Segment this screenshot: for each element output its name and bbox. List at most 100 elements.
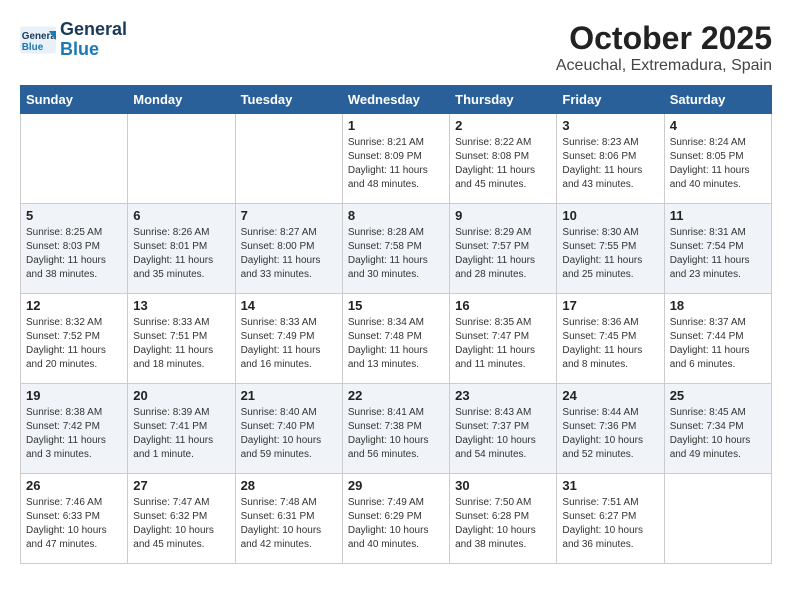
day-cell: 29 Sunrise: 7:49 AM Sunset: 6:29 PM Dayli… xyxy=(342,474,449,564)
day-cell xyxy=(664,474,771,564)
logo-text-line2: Blue xyxy=(60,40,127,60)
day-cell: 30Sunrise: 7:50 AM Sunset: 6:28 PM Dayli… xyxy=(450,474,557,564)
day-info: Sunrise: 8:21 AM Sunset: 8:09 PM Dayligh… xyxy=(348,136,444,192)
day-number: 17 xyxy=(562,298,658,313)
day-number: 12 xyxy=(26,298,122,313)
day-number: 21 xyxy=(241,388,337,403)
day-info: Sunrise: 7:51 AM Sunset: 6:27 PM Dayligh… xyxy=(562,496,658,552)
day-cell: 31Sunrise: 7:51 AM Sunset: 6:27 PM Dayli… xyxy=(557,474,664,564)
day-cell: 23Sunrise: 8:43 AM Sunset: 7:37 PM Dayli… xyxy=(450,384,557,474)
day-number: 2 xyxy=(455,118,551,133)
day-info: Sunrise: 7:50 AM Sunset: 6:28 PM Dayligh… xyxy=(455,496,551,552)
day-number: 7 xyxy=(241,208,337,223)
day-info: Sunrise: 8:23 AM Sunset: 8:06 PM Dayligh… xyxy=(562,136,658,192)
day-number: 27 xyxy=(133,478,229,493)
day-number: 1 xyxy=(348,118,444,133)
day-cell: 16 Sunrise: 8:35 AM Sunset: 7:47 PM Dayli… xyxy=(450,294,557,384)
header-wednesday: Wednesday xyxy=(342,86,449,114)
day-number: 14 xyxy=(241,298,337,313)
day-info: Sunrise: 8:36 AM Sunset: 7:45 PM Dayligh… xyxy=(562,316,658,372)
day-cell: 2 Sunrise: 8:22 AM Sunset: 8:08 PM Daylig… xyxy=(450,114,557,204)
day-info: Sunrise: 8:22 AM Sunset: 8:08 PM Dayligh… xyxy=(455,136,551,192)
day-info: Sunrise: 8:29 AM Sunset: 7:57 PM Dayligh… xyxy=(455,226,551,282)
day-cell: 11 Sunrise: 8:31 AM Sunset: 7:54 PM Dayli… xyxy=(664,204,771,294)
header-tuesday: Tuesday xyxy=(235,86,342,114)
day-info: Sunrise: 8:35 AM Sunset: 7:47 PM Dayligh… xyxy=(455,316,551,372)
title-section: October 2025 Aceuchal, Extremadura, Spai… xyxy=(556,20,772,75)
day-info: Sunrise: 8:25 AM Sunset: 8:03 PM Dayligh… xyxy=(26,226,122,282)
header-row: SundayMondayTuesdayWednesdayThursdayFrid… xyxy=(21,86,772,114)
day-info: Sunrise: 7:49 AM Sunset: 6:29 PM Dayligh… xyxy=(348,496,444,552)
day-cell xyxy=(128,114,235,204)
day-number: 23 xyxy=(455,388,551,403)
week-row-2: 5 Sunrise: 8:25 AM Sunset: 8:03 PM Daylig… xyxy=(21,204,772,294)
day-info: Sunrise: 8:34 AM Sunset: 7:48 PM Dayligh… xyxy=(348,316,444,372)
day-number: 20 xyxy=(133,388,229,403)
header-saturday: Saturday xyxy=(664,86,771,114)
logo-icon: General Blue xyxy=(20,26,56,54)
day-number: 9 xyxy=(455,208,551,223)
day-info: Sunrise: 8:33 AM Sunset: 7:49 PM Dayligh… xyxy=(241,316,337,372)
calendar-title: October 2025 xyxy=(556,20,772,57)
day-number: 15 xyxy=(348,298,444,313)
day-number: 11 xyxy=(670,208,766,223)
day-info: Sunrise: 8:28 AM Sunset: 7:58 PM Dayligh… xyxy=(348,226,444,282)
day-number: 28 xyxy=(241,478,337,493)
day-info: Sunrise: 7:46 AM Sunset: 6:33 PM Dayligh… xyxy=(26,496,122,552)
day-cell: 10 Sunrise: 8:30 AM Sunset: 7:55 PM Dayli… xyxy=(557,204,664,294)
day-info: Sunrise: 8:44 AM Sunset: 7:36 PM Dayligh… xyxy=(562,406,658,462)
day-cell: 12 Sunrise: 8:32 AM Sunset: 7:52 PM Dayli… xyxy=(21,294,128,384)
day-info: Sunrise: 8:45 AM Sunset: 7:34 PM Dayligh… xyxy=(670,406,766,462)
day-number: 8 xyxy=(348,208,444,223)
header-monday: Monday xyxy=(128,86,235,114)
day-number: 10 xyxy=(562,208,658,223)
day-cell: 4Sunrise: 8:24 AM Sunset: 8:05 PM Daylig… xyxy=(664,114,771,204)
day-number: 5 xyxy=(26,208,122,223)
day-cell: 17 Sunrise: 8:36 AM Sunset: 7:45 PM Dayli… xyxy=(557,294,664,384)
day-info: Sunrise: 8:37 AM Sunset: 7:44 PM Dayligh… xyxy=(670,316,766,372)
day-cell: 6 Sunrise: 8:26 AM Sunset: 8:01 PM Daylig… xyxy=(128,204,235,294)
day-number: 18 xyxy=(670,298,766,313)
day-cell: 7Sunrise: 8:27 AM Sunset: 8:00 PM Daylig… xyxy=(235,204,342,294)
day-number: 16 xyxy=(455,298,551,313)
day-cell: 20Sunrise: 8:39 AM Sunset: 7:41 PM Dayli… xyxy=(128,384,235,474)
day-cell: 14 Sunrise: 8:33 AM Sunset: 7:49 PM Dayli… xyxy=(235,294,342,384)
day-number: 6 xyxy=(133,208,229,223)
svg-text:Blue: Blue xyxy=(22,42,44,53)
day-cell: 3Sunrise: 8:23 AM Sunset: 8:06 PM Daylig… xyxy=(557,114,664,204)
day-cell: 9 Sunrise: 8:29 AM Sunset: 7:57 PM Daylig… xyxy=(450,204,557,294)
day-cell: 19 Sunrise: 8:38 AM Sunset: 7:42 PM Dayli… xyxy=(21,384,128,474)
week-row-1: 1 Sunrise: 8:21 AM Sunset: 8:09 PM Daylig… xyxy=(21,114,772,204)
day-cell xyxy=(21,114,128,204)
calendar-table: SundayMondayTuesdayWednesdayThursdayFrid… xyxy=(20,85,772,564)
day-cell: 22Sunrise: 8:41 AM Sunset: 7:38 PM Dayli… xyxy=(342,384,449,474)
day-cell: 5 Sunrise: 8:25 AM Sunset: 8:03 PM Daylig… xyxy=(21,204,128,294)
day-info: Sunrise: 8:31 AM Sunset: 7:54 PM Dayligh… xyxy=(670,226,766,282)
day-info: Sunrise: 8:40 AM Sunset: 7:40 PM Dayligh… xyxy=(241,406,337,462)
day-cell: 1 Sunrise: 8:21 AM Sunset: 8:09 PM Daylig… xyxy=(342,114,449,204)
logo-text-line1: General xyxy=(60,20,127,40)
day-number: 25 xyxy=(670,388,766,403)
day-info: Sunrise: 8:38 AM Sunset: 7:42 PM Dayligh… xyxy=(26,406,122,462)
day-cell: 27 Sunrise: 7:47 AM Sunset: 6:32 PM Dayli… xyxy=(128,474,235,564)
day-info: Sunrise: 8:30 AM Sunset: 7:55 PM Dayligh… xyxy=(562,226,658,282)
day-info: Sunrise: 8:32 AM Sunset: 7:52 PM Dayligh… xyxy=(26,316,122,372)
page-header: General Blue General Blue October 2025 A… xyxy=(20,20,772,75)
day-cell: 24 Sunrise: 8:44 AM Sunset: 7:36 PM Dayli… xyxy=(557,384,664,474)
day-cell: 8 Sunrise: 8:28 AM Sunset: 7:58 PM Daylig… xyxy=(342,204,449,294)
day-cell: 26 Sunrise: 7:46 AM Sunset: 6:33 PM Dayli… xyxy=(21,474,128,564)
header-friday: Friday xyxy=(557,86,664,114)
day-info: Sunrise: 8:33 AM Sunset: 7:51 PM Dayligh… xyxy=(133,316,229,372)
day-cell: 25 Sunrise: 8:45 AM Sunset: 7:34 PM Dayli… xyxy=(664,384,771,474)
day-number: 29 xyxy=(348,478,444,493)
day-info: Sunrise: 7:47 AM Sunset: 6:32 PM Dayligh… xyxy=(133,496,229,552)
day-number: 26 xyxy=(26,478,122,493)
day-cell: 28Sunrise: 7:48 AM Sunset: 6:31 PM Dayli… xyxy=(235,474,342,564)
logo: General Blue General Blue xyxy=(20,20,127,60)
day-info: Sunrise: 8:26 AM Sunset: 8:01 PM Dayligh… xyxy=(133,226,229,282)
day-cell: 13Sunrise: 8:33 AM Sunset: 7:51 PM Dayli… xyxy=(128,294,235,384)
day-number: 19 xyxy=(26,388,122,403)
calendar-subtitle: Aceuchal, Extremadura, Spain xyxy=(556,57,772,75)
day-cell: 15 Sunrise: 8:34 AM Sunset: 7:48 PM Dayli… xyxy=(342,294,449,384)
day-number: 24 xyxy=(562,388,658,403)
